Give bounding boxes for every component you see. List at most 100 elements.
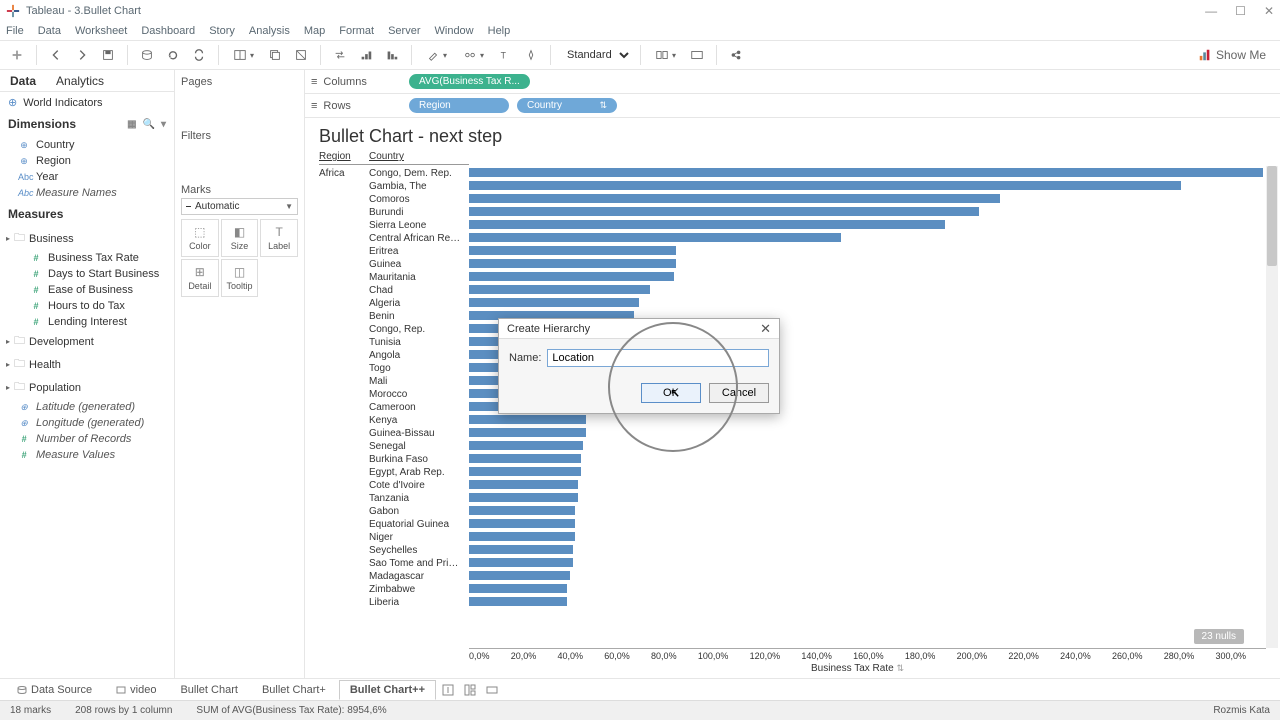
highlight-button[interactable]: ▾ <box>420 44 453 66</box>
hierarchy-name-input[interactable] <box>547 349 769 367</box>
save-button[interactable] <box>97 44 119 66</box>
bar[interactable] <box>469 220 945 229</box>
country-label[interactable]: Togo <box>369 362 469 375</box>
bar[interactable] <box>469 571 570 580</box>
measure-item[interactable]: #Business Tax Rate <box>0 250 174 266</box>
country-label[interactable]: Guinea <box>369 258 469 271</box>
country-label[interactable]: Eritrea <box>369 245 469 258</box>
viz-title[interactable]: Bullet Chart - next step <box>305 118 1280 151</box>
new-worksheet-button[interactable]: ▾ <box>227 44 260 66</box>
country-label[interactable]: Tunisia <box>369 336 469 349</box>
country-label[interactable]: Equatorial Guinea <box>369 518 469 531</box>
dialog-close-button[interactable]: ✕ <box>760 321 771 337</box>
bar[interactable] <box>469 558 573 567</box>
bar[interactable] <box>469 480 578 489</box>
country-label[interactable]: Sierra Leone <box>369 219 469 232</box>
fit-dropdown[interactable]: Standard <box>559 46 632 64</box>
bar[interactable] <box>469 467 581 476</box>
bar[interactable] <box>469 259 676 268</box>
detail-mark[interactable]: ⊞Detail <box>181 259 219 297</box>
region-value[interactable]: Africa <box>319 167 369 180</box>
group-button[interactable]: ▾ <box>457 44 490 66</box>
pages-shelf[interactable] <box>181 90 298 120</box>
country-label[interactable]: Benin <box>369 310 469 323</box>
bar[interactable] <box>469 584 567 593</box>
country-label[interactable]: Congo, Dem. Rep. <box>369 167 469 180</box>
bar[interactable] <box>469 194 1000 203</box>
size-mark[interactable]: ◧Size <box>221 219 259 257</box>
bar[interactable] <box>469 597 567 606</box>
measure-folder[interactable]: ▸🗀Development <box>0 330 174 353</box>
bar[interactable] <box>469 519 575 528</box>
nulls-indicator[interactable]: 23 nulls <box>1194 629 1244 644</box>
country-label[interactable]: Guinea-Bissau <box>369 427 469 440</box>
dimension-item[interactable]: ⊕Country <box>0 137 174 153</box>
menu-server[interactable]: Server <box>388 25 420 37</box>
bar[interactable] <box>469 493 578 502</box>
forward-button[interactable] <box>71 44 93 66</box>
presentation-mode-button[interactable] <box>686 44 708 66</box>
country-label[interactable]: Madagascar <box>369 570 469 583</box>
data-tab[interactable]: Data <box>0 70 46 92</box>
measure-item[interactable]: #Measure Values <box>0 447 174 463</box>
pin-button[interactable] <box>520 44 542 66</box>
sort-desc-button[interactable] <box>381 44 403 66</box>
dimension-item[interactable]: AbcMeasure Names <box>0 185 174 201</box>
bar[interactable] <box>469 181 1181 190</box>
menu-help[interactable]: Help <box>488 25 511 37</box>
tab-bullet-chart[interactable]: Bullet Chart <box>169 680 248 700</box>
x-axis[interactable]: 0,0%20,0%40,0%60,0%80,0%100,0%120,0%140,… <box>469 648 1266 678</box>
menu-worksheet[interactable]: Worksheet <box>75 25 127 37</box>
bar[interactable] <box>469 441 583 450</box>
measure-item[interactable]: #Ease of Business <box>0 282 174 298</box>
tab-data-source[interactable]: Data Source <box>6 680 103 700</box>
country-label[interactable]: Liberia <box>369 596 469 609</box>
country-label[interactable]: Tanzania <box>369 492 469 505</box>
country-label[interactable]: Sao Tome and Princi.. <box>369 557 469 570</box>
cancel-button[interactable]: Cancel <box>709 383 769 403</box>
filters-shelf[interactable] <box>181 144 298 174</box>
measure-item[interactable]: #Days to Start Business <box>0 266 174 282</box>
swap-button[interactable] <box>329 44 351 66</box>
menu-window[interactable]: Window <box>435 25 474 37</box>
bar[interactable] <box>469 415 586 424</box>
country-label[interactable]: Zimbabwe <box>369 583 469 596</box>
measure-folder[interactable]: ▸🗀Population <box>0 376 174 399</box>
new-dashboard-button[interactable] <box>460 681 480 699</box>
maximize-button[interactable]: ☐ <box>1235 4 1246 18</box>
bar[interactable] <box>469 285 650 294</box>
menu-analysis[interactable]: Analysis <box>249 25 290 37</box>
country-label[interactable]: Burundi <box>369 206 469 219</box>
new-story-button[interactable] <box>482 681 502 699</box>
bar[interactable] <box>469 233 841 242</box>
bar[interactable] <box>469 454 581 463</box>
bar[interactable] <box>469 506 575 515</box>
mark-type-dropdown[interactable]: ⎯ Automatic ▼ <box>181 198 298 215</box>
measure-item[interactable]: #Hours to do Tax <box>0 298 174 314</box>
bar[interactable] <box>469 532 575 541</box>
menu-story[interactable]: Story <box>209 25 235 37</box>
country-label[interactable]: Cameroon <box>369 401 469 414</box>
new-datasource-button[interactable] <box>136 44 158 66</box>
bar[interactable] <box>469 428 586 437</box>
country-label[interactable]: Central African Repu.. <box>369 232 469 245</box>
close-button[interactable]: ✕ <box>1264 4 1274 18</box>
country-label[interactable]: Congo, Rep. <box>369 323 469 336</box>
share-button[interactable] <box>725 44 747 66</box>
menu-dashboard[interactable]: Dashboard <box>141 25 195 37</box>
new-sheet-button[interactable] <box>438 681 458 699</box>
country-label[interactable]: Senegal <box>369 440 469 453</box>
list-view-icon[interactable]: ▦ <box>127 119 136 130</box>
rows-pill-country[interactable]: Country⇅ <box>517 98 617 113</box>
country-label[interactable]: Kenya <box>369 414 469 427</box>
refresh-button[interactable] <box>162 44 184 66</box>
region-header[interactable]: Region <box>319 151 369 165</box>
show-me-button[interactable]: Show Me <box>1198 48 1274 62</box>
country-label[interactable]: Gabon <box>369 505 469 518</box>
country-label[interactable]: Chad <box>369 284 469 297</box>
columns-pill[interactable]: AVG(Business Tax R... <box>409 74 530 89</box>
bar[interactable] <box>469 545 573 554</box>
measure-item[interactable]: #Lending Interest <box>0 314 174 330</box>
country-label[interactable]: Comoros <box>369 193 469 206</box>
tab-bullet-chart-plusplus[interactable]: Bullet Chart++ <box>339 680 436 700</box>
